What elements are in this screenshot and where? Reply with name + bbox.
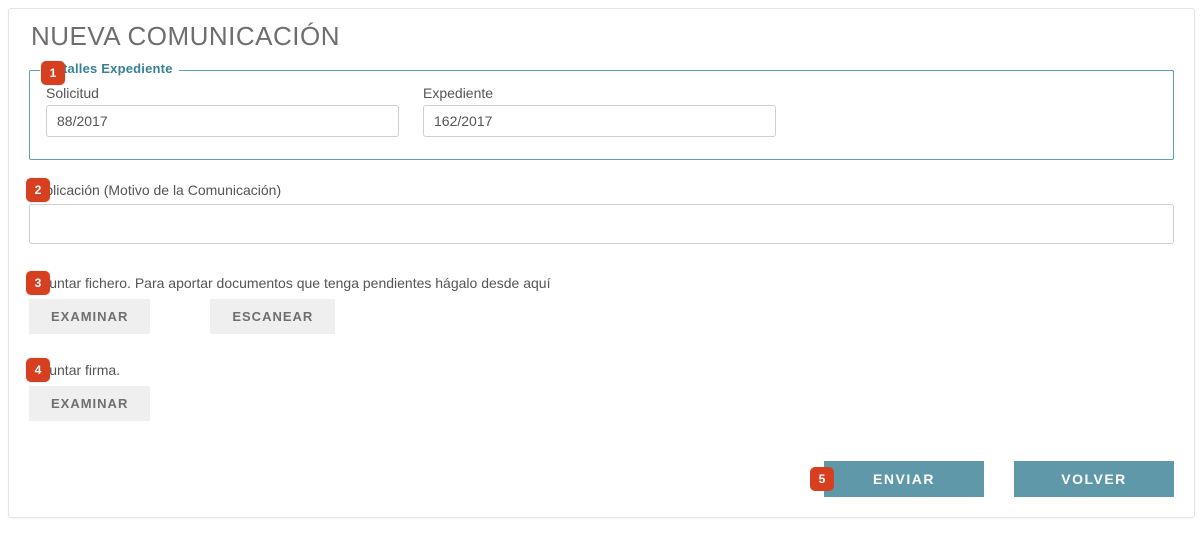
explain-label: Explicación (Motivo de la Comunicación) [29,182,1174,198]
section-explain: 2 Explicación (Motivo de la Comunicación… [29,182,1174,247]
section-attach-sign: 4 Adjuntar firma. EXAMINAR [29,362,1174,421]
solicitud-label: Solicitud [46,85,399,101]
examine-sign-button[interactable]: EXAMINAR [29,386,150,421]
scan-file-button[interactable]: ESCANEAR [210,299,335,334]
step-badge-3: 3 [26,271,50,295]
examine-file-button[interactable]: EXAMINAR [29,299,150,334]
attach-sign-label: Adjuntar firma. [29,362,1174,378]
details-row: Solicitud Expediente [46,85,1157,137]
step-badge-4: 4 [26,358,50,382]
solicitud-field: Solicitud [46,85,399,137]
step-badge-5: 5 [810,467,834,491]
attach-sign-buttons: EXAMINAR [29,386,1174,421]
send-button-wrap: 5 ENVIAR [824,461,984,497]
step-badge-2: 2 [26,178,50,202]
expediente-label: Expediente [423,85,776,101]
page-title: NUEVA COMUNICACIÓN [31,21,1174,52]
send-button[interactable]: ENVIAR [824,461,984,497]
attach-file-label: Adjuntar fichero. Para aportar documento… [29,275,1174,291]
main-panel: NUEVA COMUNICACIÓN 1 Detalles Expediente… [8,8,1195,518]
expediente-field: Expediente [423,85,776,137]
details-fieldset: Detalles Expediente Solicitud Expediente [29,70,1174,160]
expediente-input[interactable] [423,105,776,137]
back-button[interactable]: VOLVER [1014,461,1174,497]
section-details: 1 Detalles Expediente Solicitud Expedien… [29,70,1174,160]
section-attach-file: 3 Adjuntar fichero. Para aportar documen… [29,275,1174,334]
footer-row: 5 ENVIAR VOLVER [29,461,1174,497]
step-badge-1: 1 [41,61,65,85]
explain-input[interactable] [29,204,1174,244]
attach-file-buttons: EXAMINAR ESCANEAR [29,299,1174,334]
solicitud-input[interactable] [46,105,399,137]
